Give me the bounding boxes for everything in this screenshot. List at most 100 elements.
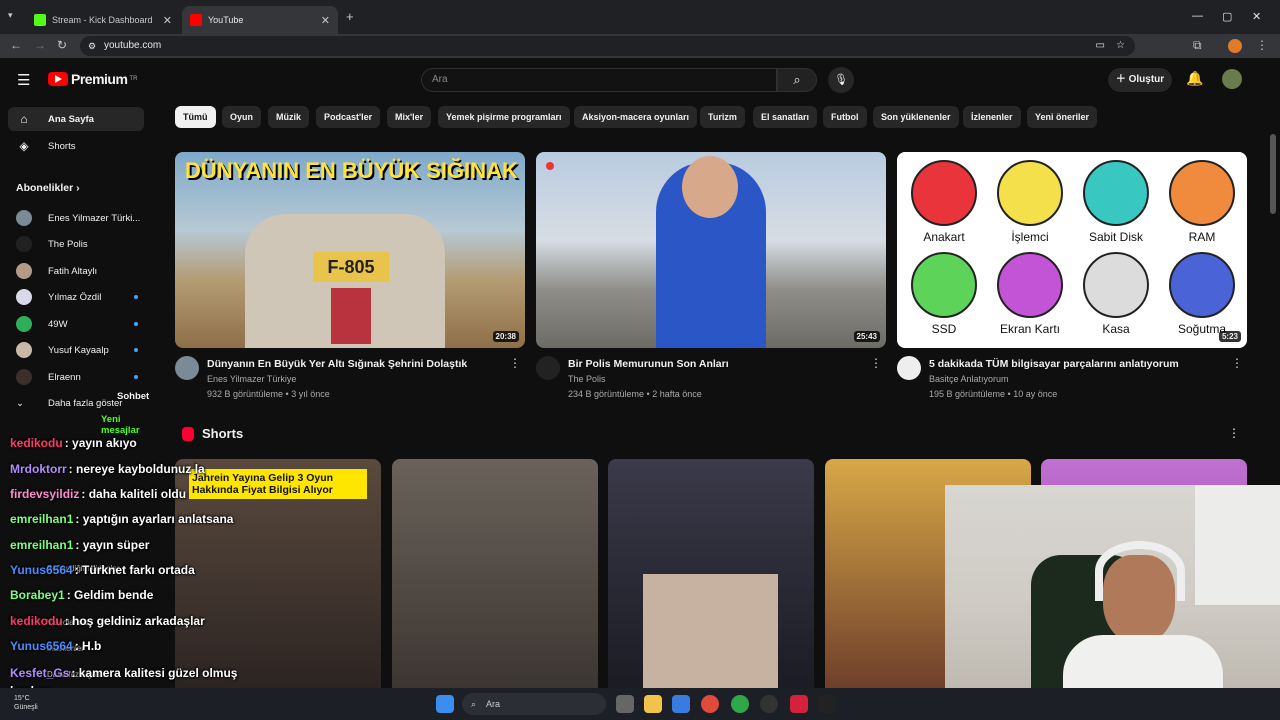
video-title[interactable]: 5 dakikada TÜM bilgisayar parçalarını an…	[929, 358, 1229, 370]
close-tab-icon[interactable]: ✕	[163, 14, 172, 27]
duration-badge: 25:43	[853, 331, 880, 342]
avatar	[16, 342, 32, 358]
pc-part-tile: Soğutma	[1161, 250, 1241, 342]
forward-icon[interactable]: →	[34, 38, 46, 52]
logo-text: Premium	[71, 71, 128, 87]
pc-part-icon	[911, 160, 977, 226]
new-tab-icon[interactable]: +	[346, 9, 354, 24]
back-icon[interactable]: ←	[10, 38, 22, 52]
youtube-premium-logo[interactable]: Premium TR	[48, 71, 137, 87]
notifications-bell-icon[interactable]: 🔔	[1186, 70, 1203, 87]
pc-part-label: Sabit Disk	[1088, 230, 1144, 244]
extensions-icon[interactable]: ⧉	[1193, 38, 1202, 53]
file-explorer-icon[interactable]	[644, 695, 662, 713]
subscription-item[interactable]: Enes Yilmazer Türki...	[16, 208, 146, 228]
avatar[interactable]	[536, 356, 560, 380]
reload-icon[interactable]: ↻	[57, 38, 67, 52]
short-card[interactable]	[392, 459, 598, 699]
sidebar-item-home[interactable]: ⌂ Ana Sayfa	[8, 107, 144, 131]
video-title[interactable]: Bir Polis Memurunun Son Anları	[568, 358, 868, 370]
subscription-item[interactable]: The Polis	[16, 234, 146, 254]
video-title[interactable]: Dünyanın En Büyük Yer Altı Sığınak Şehri…	[207, 358, 507, 370]
more-options-icon[interactable]: ⋮	[1231, 356, 1243, 370]
chip[interactable]: İzlenenler	[963, 106, 1021, 128]
browser-menu-icon[interactable]: ⋮	[1256, 38, 1268, 52]
more-options-icon[interactable]: ⋮	[509, 356, 521, 370]
chip[interactable]: Podcast'ler	[316, 106, 381, 128]
cast-icon[interactable]: ▭	[1096, 36, 1105, 56]
video-thumbnail[interactable]: Anakart İşlemci Sabit Disk RAM SSD Ekran Kart…	[897, 152, 1247, 348]
video-thumbnail[interactable]: DÜNYANIN EN BÜYÜK SIĞINAK ŞEHRİ F-805 20…	[175, 152, 525, 348]
chip[interactable]: Turizm	[700, 106, 745, 128]
chip[interactable]: Mix'ler	[387, 106, 432, 128]
chip[interactable]: Müzik	[268, 106, 310, 128]
sidebar-item-shorts[interactable]: ◈ Shorts	[8, 134, 144, 158]
store-icon[interactable]	[672, 695, 690, 713]
chip[interactable]: Yemek pişirme programları	[438, 106, 570, 128]
tab-list-icon[interactable]: ▾	[8, 10, 13, 21]
video-card[interactable]: Anakart İşlemci Sabit Disk RAM SSD Ekran Kart…	[897, 152, 1247, 399]
subscription-item[interactable]: Fatih Altaylı	[16, 261, 146, 281]
channel-name[interactable]: The Polis	[568, 374, 606, 384]
task-view-icon[interactable]	[616, 695, 634, 713]
subscription-item[interactable]: 49W	[16, 314, 146, 334]
bookmark-star-icon[interactable]: ☆	[1116, 36, 1125, 56]
avatar	[16, 369, 32, 385]
subscription-item[interactable]: Yusuf Kayaalp	[16, 340, 146, 360]
channel-name[interactable]: Basitçe Anlatıyorum	[929, 374, 1009, 384]
chip[interactable]: Futbol	[823, 106, 867, 128]
tab-kick-dashboard[interactable]: Stream - Kick Dashboard ✕	[26, 6, 180, 34]
app-red-icon[interactable]	[790, 695, 808, 713]
chip-all[interactable]: Tümü	[175, 106, 216, 128]
tab-youtube[interactable]: YouTube ✕	[182, 6, 338, 34]
search-button[interactable]: ⌕	[777, 68, 817, 92]
kick-favicon-icon	[34, 14, 46, 26]
create-label: Oluştur	[1128, 74, 1165, 85]
windows-start-icon[interactable]	[436, 695, 454, 713]
bunker-sign: F-805	[313, 252, 389, 282]
chip[interactable]: Oyun	[222, 106, 262, 128]
chip[interactable]: Son yüklenenler	[873, 106, 959, 128]
search-input[interactable]: Ara	[421, 68, 777, 92]
chip[interactable]: Aksiyon-macera oyunları	[574, 106, 698, 128]
chip[interactable]: El sanatları	[753, 106, 818, 128]
short-card[interactable]	[608, 459, 814, 699]
chat-text: yayın akıyo	[72, 436, 137, 450]
avatar[interactable]	[1222, 69, 1242, 89]
more-options-icon[interactable]: ⋮	[870, 356, 882, 370]
close-tab-icon[interactable]: ✕	[321, 14, 330, 27]
chat-username: Mrdoktorr	[10, 462, 67, 476]
chrome-icon[interactable]	[701, 695, 719, 713]
channel-name[interactable]: Enes Yilmazer Türkiye	[207, 374, 296, 384]
close-window-icon[interactable]: ✕	[1252, 10, 1261, 23]
site-info-icon[interactable]: ⚙	[88, 36, 96, 56]
video-card[interactable]: 25:43 Bir Polis Memurunun Son Anları The…	[536, 152, 886, 399]
sidebar-item-label: Ana Sayfa	[48, 113, 94, 125]
short-card[interactable]: Jahrein Yayına Gelip 3 Oyun Hakkında Fiy…	[175, 459, 381, 699]
create-button[interactable]: ＋ Oluştur	[1108, 68, 1172, 92]
chip[interactable]: Yeni öneriler	[1027, 106, 1098, 128]
chevron-down-icon: ⌄	[16, 397, 24, 409]
video-card[interactable]: DÜNYANIN EN BÜYÜK SIĞINAK ŞEHRİ F-805 20…	[175, 152, 525, 399]
subscription-item[interactable]: Yılmaz Özdil	[16, 287, 146, 307]
taskbar-search[interactable]: ⌕ Ara	[462, 693, 606, 715]
subscription-item[interactable]: Elraenn	[16, 367, 146, 387]
guide-menu-icon[interactable]: ☰	[17, 71, 30, 89]
weather-widget[interactable]: 15°C Güneşli	[14, 694, 74, 714]
obs-icon[interactable]	[760, 695, 778, 713]
app-dark-icon[interactable]	[818, 695, 836, 713]
avatar[interactable]	[175, 356, 199, 380]
voice-search-button[interactable]: 🎙	[828, 67, 854, 93]
maximize-icon[interactable]: ▢	[1222, 10, 1232, 23]
avatar[interactable]	[897, 356, 921, 380]
video-thumbnail[interactable]: 25:43	[536, 152, 886, 348]
show-more-label: Daha fazla göster	[48, 397, 123, 409]
window-frame	[1195, 485, 1280, 605]
page-scrollbar[interactable]	[1270, 134, 1276, 214]
xbox-icon[interactable]	[731, 695, 749, 713]
minimize-icon[interactable]: —	[1192, 10, 1203, 22]
shorts-more-icon[interactable]: ⋮	[1228, 426, 1240, 440]
subscriptions-heading[interactable]: Abonelikler ›	[16, 182, 80, 194]
address-bar[interactable]: ⚙ youtube.com ▭ ☆	[80, 36, 1135, 56]
profile-avatar[interactable]	[1228, 39, 1242, 53]
